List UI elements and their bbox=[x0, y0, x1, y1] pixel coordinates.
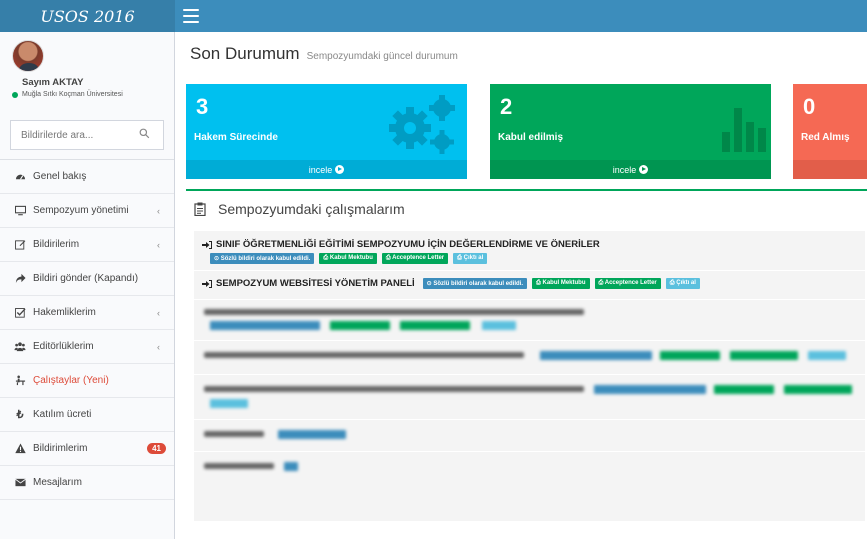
list-item[interactable] bbox=[194, 343, 865, 373]
sidebar-item-workshops[interactable]: Çalıştaylar (Yeni) bbox=[0, 363, 174, 397]
work-title-row: SEMPOZYUM WEBSİTESİ YÖNETİM PANELİ ⊙ Söz… bbox=[202, 278, 705, 289]
sidebar-menu: Genel bakış Sempozyum yönetimi ‹ Bildiri… bbox=[0, 159, 174, 500]
sidebar-item-overview[interactable]: Genel bakış bbox=[0, 159, 174, 193]
stat-label: Hakem Sürecinde bbox=[194, 132, 278, 143]
envelope-icon bbox=[14, 477, 26, 489]
acceptance-letter-tr-button[interactable]: ⎙ Kabul Mektubu bbox=[319, 253, 377, 264]
sidebar: Sayım AKTAY Muğla Sıtkı Koçman Üniversit… bbox=[0, 32, 175, 539]
stat-footer[interactable] bbox=[793, 160, 867, 179]
list-item[interactable] bbox=[194, 301, 865, 339]
sidebar-item-reviews[interactable]: Hakemliklerim ‹ bbox=[0, 295, 174, 329]
sidebar-item-label: Editörlüklerim bbox=[33, 341, 94, 352]
arrow-circle-right-icon bbox=[335, 165, 345, 174]
acceptance-letter-en-button[interactable]: ⎙ Acceptence Letter bbox=[594, 278, 661, 289]
stat-box-accepted: 2 Kabul edilmiş incele bbox=[490, 84, 771, 179]
stat-box-in-review: 3 Hakem Sürecinde incele bbox=[186, 84, 467, 179]
bar-chart-icon bbox=[722, 108, 766, 152]
print-button[interactable]: ⎙ Çıktı al bbox=[453, 253, 488, 264]
lira-icon: ₺ bbox=[16, 409, 24, 421]
app-logo[interactable]: USOS 2016 bbox=[0, 0, 175, 32]
sidebar-item-notifications[interactable]: Bildirimlerim 41 bbox=[0, 431, 174, 465]
chevron-left-icon: ‹ bbox=[157, 342, 160, 352]
sign-in-icon bbox=[202, 279, 212, 288]
chevron-left-icon: ‹ bbox=[157, 206, 160, 216]
stat-value: 0 bbox=[803, 94, 816, 119]
arrow-circle-right-icon bbox=[639, 165, 649, 174]
print-button[interactable]: ⎙ Çıktı al bbox=[665, 278, 700, 289]
list-item[interactable] bbox=[194, 453, 865, 481]
sidebar-item-label: Katılım ücreti bbox=[33, 409, 92, 420]
monitor-icon bbox=[14, 205, 26, 217]
search-input[interactable] bbox=[21, 129, 139, 141]
stat-more-link[interactable]: incele bbox=[186, 160, 467, 179]
main-content: Son Durumum Sempozyumdaki güncel durumum… bbox=[175, 32, 867, 539]
status-badge: ⊙ Sözlü bildiri olarak kabul edildi. bbox=[210, 253, 315, 264]
sidebar-item-label: Genel bakış bbox=[33, 171, 87, 182]
menu-toggle-icon[interactable] bbox=[183, 9, 199, 23]
list-item: SINIF ÖĞRETMENLİĞİ EĞİTİMİ SEMPOZYUMU İÇ… bbox=[194, 231, 865, 271]
sidebar-item-editorships[interactable]: Editörlüklerim ‹ bbox=[0, 329, 174, 363]
edit-icon bbox=[14, 239, 26, 251]
acceptance-letter-en-button[interactable]: ⎙ Acceptence Letter bbox=[381, 253, 449, 264]
works-title: Sempozyumdaki çalışmalarım bbox=[218, 201, 405, 217]
sign-in-icon bbox=[202, 240, 212, 249]
checkbox-icon bbox=[14, 307, 26, 319]
warning-icon bbox=[14, 443, 26, 455]
acceptance-letter-tr-button[interactable]: ⎙ Kabul Mektubu bbox=[532, 278, 590, 289]
stat-label: Red Almış bbox=[801, 132, 850, 143]
search-box bbox=[10, 120, 164, 150]
users-icon bbox=[14, 341, 26, 353]
chevron-left-icon: ‹ bbox=[157, 308, 160, 318]
notification-count-badge: 41 bbox=[147, 443, 166, 454]
works-panel: Sempozyumdaki çalışmalarım SINIF ÖĞRETME… bbox=[186, 189, 867, 529]
sidebar-item-label: Mesajlarım bbox=[33, 477, 82, 488]
user-org: Muğla Sıtkı Koçman Üniversitesi bbox=[22, 91, 123, 98]
stat-value: 2 bbox=[500, 94, 513, 119]
clipboard-icon bbox=[194, 202, 206, 216]
sidebar-item-label: Bildirimlerim bbox=[33, 443, 88, 454]
status-badge: ⊙ Sözlü bildiri olarak kabul edildi. bbox=[422, 278, 528, 289]
user-status: Muğla Sıtkı Koçman Üniversitesi bbox=[12, 91, 123, 98]
top-navbar bbox=[175, 0, 867, 32]
sidebar-item-label: Sempozyum yönetimi bbox=[33, 205, 129, 216]
sidebar-item-label: Bildiri gönder (Kapandı) bbox=[33, 273, 139, 284]
sidebar-item-label: Hakemliklerim bbox=[33, 307, 96, 318]
sidebar-item-symposium-management[interactable]: Sempozyum yönetimi ‹ bbox=[0, 193, 174, 227]
workshop-icon bbox=[14, 375, 26, 387]
dashboard-icon bbox=[14, 171, 26, 183]
stat-more-link[interactable]: incele bbox=[490, 160, 771, 179]
sidebar-item-label: Bildirilerim bbox=[33, 239, 80, 250]
app-logo-text: USOS 2016 bbox=[40, 6, 135, 26]
works-header: Sempozyumdaki çalışmalarım bbox=[194, 201, 405, 217]
sidebar-item-my-papers[interactable]: Bildirilerim ‹ bbox=[0, 227, 174, 261]
sidebar-item-participation-fee[interactable]: ₺ Katılım ücreti bbox=[0, 397, 174, 431]
user-panel: Sayım AKTAY Muğla Sıtkı Koçman Üniversit… bbox=[0, 32, 174, 104]
stat-value: 3 bbox=[196, 94, 209, 119]
user-name: Sayım AKTAY bbox=[22, 77, 84, 88]
list-item[interactable] bbox=[194, 421, 865, 449]
chevron-left-icon: ‹ bbox=[157, 240, 160, 250]
work-title-row: SINIF ÖĞRETMENLİĞİ EĞİTİMİ SEMPOZYUMU İÇ… bbox=[202, 239, 600, 250]
page-subtitle: Sempozyumdaki güncel durumum bbox=[306, 51, 458, 62]
gears-icon bbox=[389, 95, 455, 154]
sidebar-item-messages[interactable]: Mesajlarım bbox=[0, 465, 174, 499]
share-icon bbox=[14, 273, 26, 285]
page-header: Son Durumum Sempozyumdaki güncel durumum bbox=[190, 44, 458, 64]
list-item: SEMPOZYUM WEBSİTESİ YÖNETİM PANELİ ⊙ Söz… bbox=[194, 271, 865, 299]
stat-label: Kabul edilmiş bbox=[498, 132, 564, 143]
list-item[interactable] bbox=[194, 377, 865, 417]
works-list: SINIF ÖĞRETMENLİĞİ EĞİTİMİ SEMPOZYUMU İÇ… bbox=[194, 231, 865, 521]
page-title: Son Durumum bbox=[190, 44, 300, 63]
stat-box-rejected: 0 Red Almış bbox=[793, 84, 867, 179]
search-icon[interactable] bbox=[139, 128, 153, 142]
work-title[interactable]: SEMPOZYUM WEBSİTESİ YÖNETİM PANELİ bbox=[216, 278, 415, 289]
work-title[interactable]: SINIF ÖĞRETMENLİĞİ EĞİTİMİ SEMPOZYUMU İÇ… bbox=[216, 239, 600, 250]
online-dot-icon bbox=[12, 91, 18, 98]
sidebar-item-submit-paper[interactable]: Bildiri gönder (Kapandı) bbox=[0, 261, 174, 295]
avatar bbox=[12, 40, 44, 72]
sidebar-item-label: Çalıştaylar (Yeni) bbox=[33, 375, 109, 386]
